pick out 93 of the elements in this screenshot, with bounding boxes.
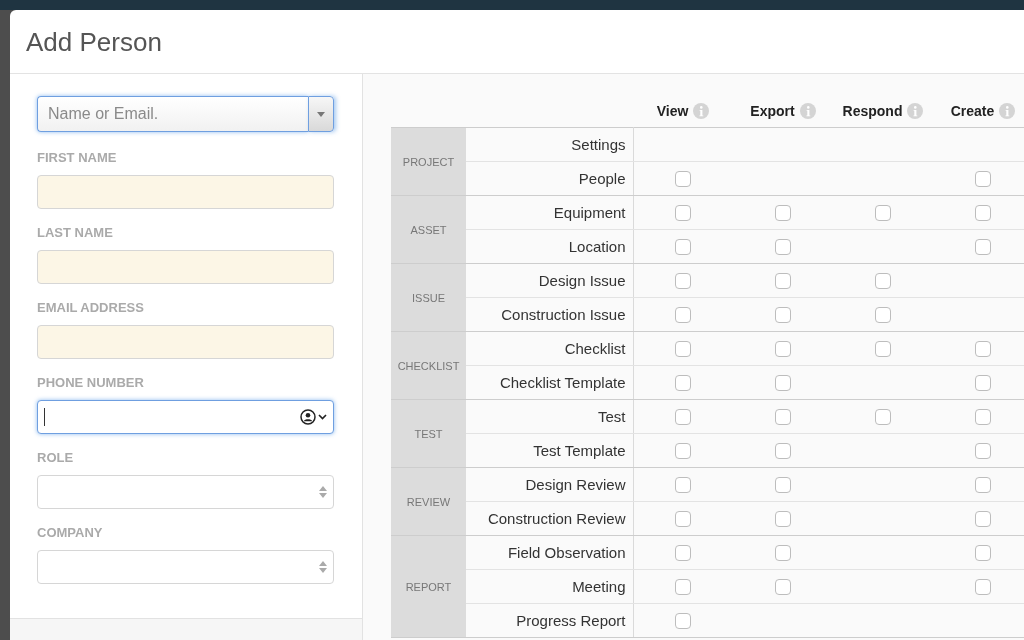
row-label: Checklist — [466, 331, 633, 366]
checkbox[interactable] — [975, 579, 991, 596]
row-label: Design Review — [466, 467, 633, 502]
field-label: LAST NAME — [37, 225, 114, 241]
checkbox[interactable] — [875, 307, 891, 324]
field-label: EMAIL ADDRESS — [37, 300, 145, 316]
chevron-down-icon[interactable] — [318, 414, 327, 420]
checkbox[interactable] — [775, 579, 791, 596]
checkbox[interactable] — [675, 341, 692, 358]
checkbox[interactable] — [875, 205, 891, 222]
checkbox[interactable] — [975, 511, 991, 528]
row-label: Test Template — [466, 433, 633, 468]
row-label: People — [466, 161, 633, 196]
modal-title: Add Person — [26, 25, 162, 58]
row-label: Construction Review — [466, 501, 633, 536]
checkbox[interactable] — [975, 545, 991, 562]
checkbox[interactable] — [675, 409, 692, 426]
info-icon[interactable] — [693, 102, 710, 119]
row-label: Construction Issue — [466, 297, 633, 332]
checkbox[interactable] — [775, 443, 791, 460]
checkbox[interactable] — [975, 239, 991, 256]
column-header: Respond — [842, 102, 903, 119]
checkbox[interactable] — [675, 205, 692, 222]
checkbox[interactable] — [975, 443, 991, 460]
column-header: Export — [750, 102, 795, 119]
group-label: REPORT — [391, 535, 466, 638]
text-input-field[interactable] — [37, 175, 334, 209]
column-header: View — [656, 102, 689, 119]
checkbox[interactable] — [975, 375, 991, 392]
group-label: ISSUE — [391, 263, 466, 332]
row-label: Progress Report — [466, 603, 633, 638]
up-down-arrows-icon — [319, 561, 327, 573]
checkbox[interactable] — [675, 171, 692, 188]
row-label: Test — [466, 399, 633, 434]
row-label: Checklist Template — [466, 365, 633, 400]
row-label: Equipment — [466, 195, 633, 230]
checkbox[interactable] — [875, 409, 891, 426]
checkbox[interactable] — [675, 239, 692, 256]
group-label: CHECKLIST — [391, 331, 466, 400]
checkbox[interactable] — [875, 341, 891, 358]
checkbox[interactable] — [975, 205, 991, 222]
row-label: Field Observation — [466, 535, 633, 570]
checkbox[interactable] — [675, 477, 692, 494]
checkbox[interactable] — [775, 205, 791, 222]
group-label: PROJECT — [391, 127, 466, 196]
group-label: ASSET — [391, 195, 466, 264]
checkbox[interactable] — [875, 273, 891, 290]
field-label: PHONE NUMBER — [37, 375, 145, 391]
up-down-arrows-icon — [319, 486, 327, 498]
group-label: TEST — [391, 399, 466, 468]
column-header: Create — [950, 102, 995, 119]
row-label: Meeting — [466, 569, 633, 604]
group-label: REVIEW — [391, 467, 466, 536]
field-label: FIRST NAME — [37, 150, 118, 166]
info-icon[interactable] — [907, 102, 924, 119]
phone-input-field[interactable] — [37, 400, 334, 434]
checkbox[interactable] — [675, 375, 692, 392]
text-cursor-icon — [44, 408, 45, 426]
checkbox[interactable] — [775, 239, 791, 256]
row-label: Design Issue — [466, 263, 633, 298]
text-input-field[interactable] — [37, 250, 334, 284]
text-input-field[interactable] — [37, 325, 334, 359]
checkbox[interactable] — [775, 307, 791, 324]
row-label: Location — [466, 229, 633, 264]
checkbox[interactable] — [975, 171, 991, 188]
caret-down-icon — [317, 111, 325, 117]
select-field[interactable] — [37, 475, 334, 509]
info-icon[interactable] — [999, 102, 1016, 119]
checkbox[interactable] — [775, 477, 791, 494]
checkbox[interactable] — [675, 511, 692, 528]
checkbox[interactable] — [775, 409, 791, 426]
checkbox[interactable] — [775, 545, 791, 562]
checkbox[interactable] — [775, 375, 791, 392]
checkbox[interactable] — [675, 443, 692, 460]
checkbox[interactable] — [675, 307, 692, 324]
select-field[interactable] — [37, 550, 334, 584]
person-circle-icon[interactable] — [300, 409, 316, 425]
checkbox[interactable] — [975, 477, 991, 494]
name-or-email-field[interactable]: Name or Email. — [37, 96, 308, 132]
checkbox[interactable] — [975, 409, 991, 426]
field-label: COMPANY — [37, 525, 104, 541]
checkbox[interactable] — [775, 511, 791, 528]
field-label: ROLE — [37, 450, 75, 466]
checkbox[interactable] — [775, 341, 791, 358]
checkbox[interactable] — [775, 273, 791, 290]
checkbox[interactable] — [975, 341, 991, 358]
dropdown-toggle-button[interactable] — [308, 96, 334, 132]
checkbox[interactable] — [675, 579, 692, 596]
info-icon[interactable] — [799, 102, 816, 119]
checkbox[interactable] — [675, 545, 692, 562]
checkbox[interactable] — [675, 613, 692, 630]
row-label: Settings — [466, 127, 633, 162]
checkbox[interactable] — [675, 273, 692, 290]
